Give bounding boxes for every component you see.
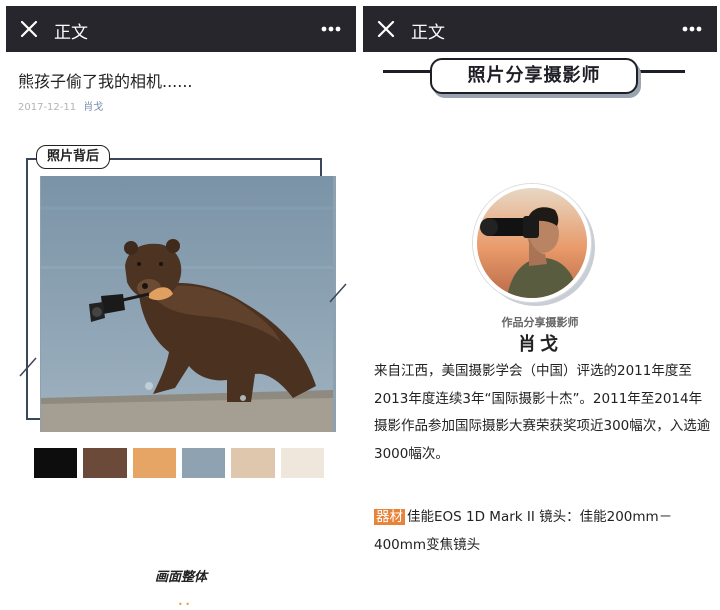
right-article-panel: 正文 照片分享摄影师 作品分享摄影师 肖戈 来自江西，美国摄影学会（中国）评选的… <box>363 0 717 610</box>
article-title: 熊孩子偷了我的相机...... <box>18 72 193 91</box>
color-swatch <box>83 448 127 478</box>
photographer-avatar <box>473 184 591 302</box>
more-options-icon[interactable] <box>320 20 342 38</box>
color-swatch <box>280 448 324 478</box>
photographer-bio: 来自江西，美国摄影学会（中国）评选的2011年度至2013年度连续3年“国际摄影… <box>374 363 711 462</box>
equipment-text: 佳能EOS 1D Mark II 镜头：佳能200mm－400mm变焦镜头 <box>374 509 673 553</box>
photographer-role: 作品分享摄影师 <box>501 316 579 329</box>
header-bar: 正文 <box>363 6 717 52</box>
divider-line-left <box>383 70 433 73</box>
author-link[interactable]: 肖戈 <box>83 102 103 113</box>
header-bar: 正文 <box>6 6 356 52</box>
color-palette <box>34 448 324 478</box>
photographer-name: 肖戈 <box>518 334 562 355</box>
close-icon[interactable] <box>20 20 38 38</box>
color-swatch <box>132 448 176 478</box>
photographer-photo <box>477 188 587 298</box>
decorative-slash <box>19 357 37 377</box>
color-swatch <box>181 448 226 478</box>
bottom-dots: • • <box>178 600 190 609</box>
header-title: 正文 <box>54 23 88 43</box>
more-options-icon[interactable] <box>681 20 703 38</box>
equipment-tag: 器材 <box>374 509 405 525</box>
section-title-badge: 照片分享摄影师 <box>430 58 638 94</box>
bear-photo <box>41 176 333 432</box>
color-swatch <box>34 448 78 478</box>
decorative-slash <box>329 283 347 303</box>
article-meta: 2017-12-11 肖戈 <box>18 98 103 113</box>
left-article-panel: 正文 熊孩子偷了我的相机...... 2017-12-11 肖戈 照片背后 画面… <box>6 0 356 610</box>
color-swatch <box>231 448 275 478</box>
divider-line-right <box>635 70 685 73</box>
header-title: 正文 <box>411 23 445 43</box>
caption-overall-picture: 画面整体 <box>154 570 207 585</box>
close-icon[interactable] <box>377 20 395 38</box>
section-label-photo-behind: 照片背后 <box>36 145 111 169</box>
publish-date: 2017-12-11 <box>18 102 77 113</box>
equipment-line: 器材 佳能EOS 1D Mark II 镜头：佳能200mm－400mm变焦镜头 <box>374 504 714 559</box>
